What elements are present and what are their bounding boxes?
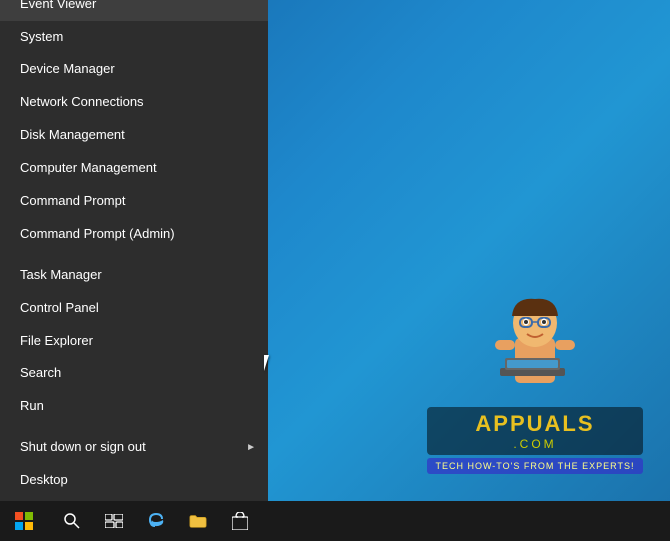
task-view-icon[interactable] bbox=[94, 501, 134, 541]
windows-logo-icon bbox=[15, 512, 33, 530]
menu-item-device-manager[interactable]: Device Manager bbox=[0, 53, 268, 86]
appuals-character-svg bbox=[490, 288, 580, 398]
submenu-arrow-icon: ► bbox=[246, 441, 256, 454]
menu-item-system-label: System bbox=[20, 29, 63, 46]
menu-item-disk-management[interactable]: Disk Management bbox=[0, 119, 268, 152]
menu-item-control-panel-label: Control Panel bbox=[20, 300, 99, 317]
menu-item-search[interactable]: Search bbox=[0, 357, 268, 390]
menu-item-desktop-label: Desktop bbox=[20, 472, 68, 489]
menu-item-shut-down-label: Shut down or sign out bbox=[20, 439, 146, 456]
menu-item-command-prompt-admin[interactable]: Command Prompt (Admin) bbox=[0, 218, 268, 251]
menu-item-desktop[interactable]: Desktop bbox=[0, 464, 268, 497]
taskbar bbox=[0, 501, 670, 541]
menu-item-device-manager-label: Device Manager bbox=[20, 61, 115, 78]
appuals-text-box: APPUALS .COM bbox=[427, 407, 642, 455]
appuals-watermark: APPUALS .COM TECH HOW-TO'S FROM THE EXPE… bbox=[410, 281, 660, 481]
menu-item-file-explorer-label: File Explorer bbox=[20, 333, 93, 350]
file-explorer-taskbar-icon[interactable] bbox=[178, 501, 218, 541]
menu-item-command-prompt-label: Command Prompt bbox=[20, 193, 125, 210]
menu-item-run[interactable]: Run bbox=[0, 390, 268, 423]
menu-item-file-explorer[interactable]: File Explorer bbox=[0, 325, 268, 358]
appuals-brand-text: APPUALS bbox=[437, 411, 632, 437]
menu-item-run-label: Run bbox=[20, 398, 44, 415]
taskbar-icons bbox=[48, 501, 260, 541]
menu-item-shut-down[interactable]: Shut down or sign out ► bbox=[0, 431, 268, 464]
menu-item-task-manager-label: Task Manager bbox=[20, 267, 102, 284]
store-icon[interactable] bbox=[220, 501, 260, 541]
menu-item-command-prompt[interactable]: Command Prompt bbox=[0, 185, 268, 218]
menu-item-event-viewer[interactable]: Event Viewer bbox=[0, 0, 268, 21]
appuals-com-text: .COM bbox=[437, 437, 632, 451]
start-button[interactable] bbox=[0, 501, 48, 541]
menu-item-search-label: Search bbox=[20, 365, 61, 382]
menu-item-task-manager[interactable]: Task Manager bbox=[0, 259, 268, 292]
menu-item-computer-management-label: Computer Management bbox=[20, 160, 157, 177]
menu-item-control-panel[interactable]: Control Panel bbox=[0, 292, 268, 325]
edge-icon[interactable] bbox=[136, 501, 176, 541]
menu-item-disk-management-label: Disk Management bbox=[20, 127, 125, 144]
menu-item-network-connections-label: Network Connections bbox=[20, 94, 144, 111]
menu-item-command-prompt-admin-label: Command Prompt (Admin) bbox=[20, 226, 175, 243]
menu-item-network-connections[interactable]: Network Connections bbox=[0, 86, 268, 119]
menu-item-system[interactable]: System bbox=[0, 21, 268, 54]
context-menu: Power Options Event Viewer System Device… bbox=[0, 0, 268, 501]
search-taskbar-icon[interactable] bbox=[52, 501, 92, 541]
menu-item-computer-management[interactable]: Computer Management bbox=[0, 152, 268, 185]
menu-item-event-viewer-label: Event Viewer bbox=[20, 0, 96, 13]
appuals-tagline: TECH HOW-TO'S FROM THE EXPERTS! bbox=[427, 458, 642, 474]
